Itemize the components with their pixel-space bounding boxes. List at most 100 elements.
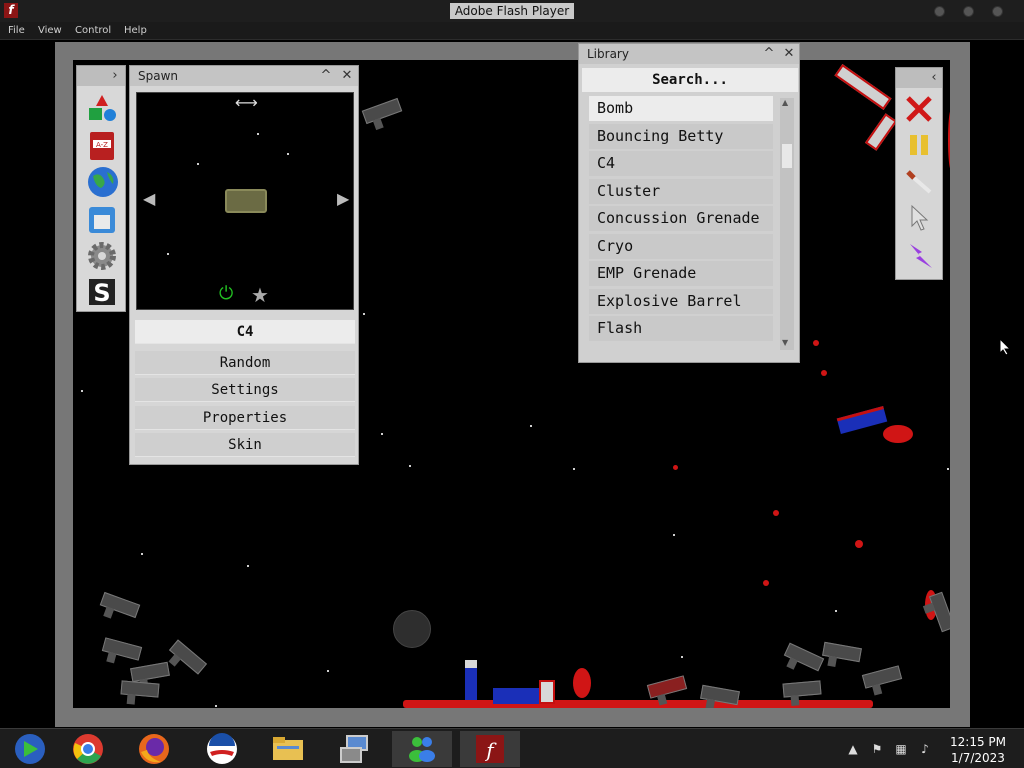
explorer-icon[interactable] bbox=[258, 731, 318, 767]
c4-explosive-preview bbox=[225, 189, 267, 213]
next-arrow-icon[interactable]: ▶ bbox=[337, 189, 349, 208]
ragdoll-limb bbox=[864, 113, 898, 151]
chevron-right-icon[interactable]: › bbox=[107, 68, 123, 84]
library-panel: Library ^ ✕ Search... Bomb Bouncing Bett… bbox=[578, 43, 800, 363]
flash-player-icon[interactable]: f bbox=[460, 731, 520, 767]
spawn-panel-title: Spawn bbox=[138, 69, 179, 83]
taskbar: f ▲ ⚑ ▦ ♪ 12:15 PM 1/7/2023 bbox=[0, 728, 1024, 768]
rotate-arrow-icon[interactable]: ⟷ bbox=[235, 93, 258, 112]
star bbox=[287, 153, 289, 155]
window-title: Adobe Flash Player 32 bbox=[450, 3, 574, 34]
obama-icon[interactable] bbox=[192, 731, 252, 767]
chrome-icon[interactable] bbox=[58, 731, 118, 767]
maximize-button[interactable] bbox=[963, 6, 974, 17]
settings-button[interactable]: Settings bbox=[135, 378, 355, 402]
pistol-debris bbox=[99, 591, 141, 619]
blue-ragdoll-part bbox=[465, 660, 477, 700]
media-center-icon[interactable] bbox=[0, 731, 60, 767]
messenger-icon[interactable] bbox=[392, 731, 452, 767]
library-item[interactable]: Bomb bbox=[589, 96, 773, 121]
globe-icon[interactable] bbox=[87, 166, 118, 197]
properties-button[interactable]: Properties bbox=[135, 406, 355, 430]
firefox-icon[interactable] bbox=[124, 731, 184, 767]
s-logo-icon[interactable]: S bbox=[87, 276, 117, 307]
library-panel-title: Library bbox=[587, 47, 629, 61]
network-icon[interactable]: ▦ bbox=[894, 742, 908, 756]
scroll-thumb[interactable] bbox=[782, 144, 792, 168]
lightning-icon[interactable] bbox=[906, 240, 934, 274]
ragdoll-limb bbox=[539, 680, 555, 704]
spawn-panel-header[interactable]: Spawn ^ ✕ bbox=[130, 66, 358, 86]
title-bar: f Adobe Flash Player 32 bbox=[0, 0, 1024, 34]
library-item[interactable]: EMP Grenade bbox=[589, 261, 773, 286]
volume-icon[interactable]: ♪ bbox=[918, 742, 932, 756]
star bbox=[530, 425, 532, 427]
scroll-down-icon[interactable]: ▼ bbox=[782, 338, 788, 347]
show-hidden-icons-icon[interactable]: ▲ bbox=[846, 742, 860, 756]
star bbox=[197, 163, 199, 165]
pause-icon[interactable] bbox=[906, 132, 932, 162]
blue-ragdoll-part bbox=[836, 406, 888, 434]
dictionary-icon[interactable]: A-Z bbox=[87, 130, 117, 160]
menu-file[interactable]: File bbox=[8, 25, 25, 36]
close-x-icon[interactable] bbox=[904, 94, 934, 128]
chevron-left-icon[interactable]: ‹ bbox=[926, 70, 942, 86]
library-scrollbar[interactable]: ▲ ▼ bbox=[780, 98, 794, 350]
star-icon[interactable]: ★ bbox=[251, 283, 269, 307]
library-item[interactable]: Explosive Barrel bbox=[589, 289, 773, 314]
spawn-preview[interactable]: ⟷ ◀ ▶ ⏻ ★ bbox=[136, 92, 354, 310]
minimize-button[interactable] bbox=[934, 6, 945, 17]
menu-help[interactable]: Help bbox=[124, 25, 147, 36]
pistol-debris bbox=[646, 675, 688, 699]
library-search-input[interactable]: Search... bbox=[582, 68, 798, 92]
ragdoll-limb bbox=[834, 64, 892, 110]
flag-icon[interactable]: ⚑ bbox=[870, 742, 884, 756]
gear-icon[interactable] bbox=[87, 240, 117, 270]
library-panel-header[interactable]: Library ^ ✕ bbox=[579, 44, 799, 64]
knife-icon[interactable] bbox=[904, 166, 934, 200]
random-button[interactable]: Random bbox=[135, 351, 355, 375]
pistol-debris bbox=[168, 639, 208, 675]
library-item[interactable]: Cluster bbox=[589, 179, 773, 204]
close-icon[interactable]: ✕ bbox=[781, 46, 797, 62]
left-toolbar: › A-Z S bbox=[76, 65, 126, 312]
library-item[interactable]: Flash bbox=[589, 316, 773, 341]
pistol-debris bbox=[120, 680, 160, 698]
pistol-debris bbox=[783, 642, 825, 672]
star bbox=[81, 390, 83, 392]
blood-splatter bbox=[821, 370, 827, 376]
clock-time[interactable]: 12:15 PM bbox=[946, 735, 1010, 749]
close-button[interactable] bbox=[992, 6, 1003, 17]
collapse-icon[interactable]: ^ bbox=[318, 68, 334, 84]
flash-app-icon: f bbox=[4, 3, 18, 18]
blood-splatter bbox=[573, 668, 591, 698]
library-item[interactable]: Concussion Grenade bbox=[589, 206, 773, 231]
blue-ragdoll-part bbox=[493, 688, 543, 704]
pistol-debris bbox=[861, 665, 903, 689]
menu-control[interactable]: Control bbox=[75, 25, 111, 36]
pistol-debris bbox=[700, 684, 740, 706]
shapes-icon[interactable] bbox=[87, 94, 117, 124]
library-item[interactable]: Cryo bbox=[589, 234, 773, 259]
pointer-icon[interactable] bbox=[908, 204, 932, 236]
library-item[interactable]: C4 bbox=[589, 151, 773, 176]
library-item[interactable]: Bouncing Betty bbox=[589, 124, 773, 149]
skin-button[interactable]: Skin bbox=[135, 433, 355, 457]
star bbox=[381, 433, 383, 435]
close-icon[interactable]: ✕ bbox=[339, 68, 355, 84]
clock-date[interactable]: 1/7/2023 bbox=[946, 751, 1010, 765]
prev-arrow-icon[interactable]: ◀ bbox=[143, 189, 155, 208]
power-icon[interactable]: ⏻ bbox=[219, 283, 233, 304]
scroll-up-icon[interactable]: ▲ bbox=[782, 98, 788, 107]
spawn-selected-item[interactable]: C4 bbox=[135, 320, 355, 344]
toolbar-header: ‹ bbox=[896, 68, 942, 88]
network-tool-icon[interactable] bbox=[326, 731, 386, 767]
pistol-debris bbox=[822, 641, 862, 663]
pistol-debris bbox=[782, 680, 822, 698]
star bbox=[215, 705, 217, 707]
blood-splatter bbox=[883, 425, 913, 443]
right-toolbar: ‹ bbox=[895, 67, 943, 280]
menu-view[interactable]: View bbox=[38, 25, 62, 36]
save-icon[interactable] bbox=[87, 204, 117, 234]
collapse-icon[interactable]: ^ bbox=[761, 46, 777, 62]
